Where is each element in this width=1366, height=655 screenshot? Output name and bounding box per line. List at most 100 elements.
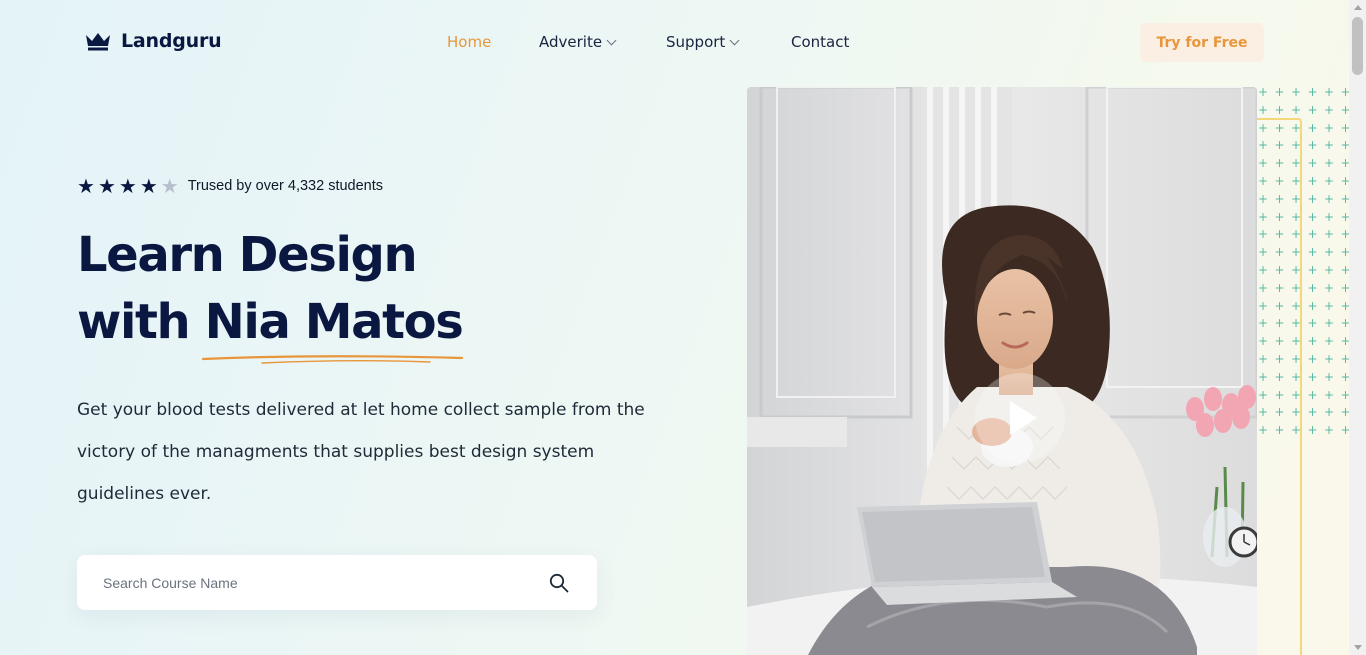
dot-grid-mark: + xyxy=(1258,280,1269,295)
rating-text: Trused by over 4,332 students xyxy=(187,178,384,194)
dot-grid-mark: + xyxy=(1274,85,1285,99)
dot-grid-mark: + xyxy=(1324,209,1335,224)
dot-grid-mark: + xyxy=(1274,120,1285,135)
dot-grid-mark: + xyxy=(1291,387,1302,402)
dot-grid-mark: + xyxy=(1291,280,1302,295)
search-input[interactable] xyxy=(103,574,547,591)
play-video-button[interactable] xyxy=(975,373,1065,463)
dot-grid-mark: + xyxy=(1258,156,1269,171)
nav-adverite-label: Adverite xyxy=(539,33,603,51)
course-search xyxy=(77,555,597,610)
chevron-down-icon xyxy=(606,35,617,45)
dot-grid-mark: + xyxy=(1258,174,1269,188)
dot-grid-mark: + xyxy=(1258,334,1269,349)
dot-grid-mark: + xyxy=(1258,120,1269,135)
headline-line-2: with Nia Matos xyxy=(77,294,464,350)
search-icon xyxy=(549,573,569,592)
nav-home-label: Home xyxy=(447,33,492,51)
dot-grid-mark: + xyxy=(1307,298,1318,313)
star-filled-icon: ★ xyxy=(97,174,116,198)
try-for-free-button[interactable]: Try for Free xyxy=(1140,23,1264,62)
dot-grid-mark: + xyxy=(1291,263,1302,277)
dot-grid-mark: + xyxy=(1324,334,1335,349)
dot-grid-mark: + xyxy=(1258,191,1269,206)
dot-grid-mark: + xyxy=(1324,280,1335,295)
dot-grid-mark: + xyxy=(1307,405,1318,420)
dot-grid-mark: + xyxy=(1307,280,1318,295)
dot-grid-mark: + xyxy=(1307,334,1318,349)
star-rating: ★ ★ ★ ★ ★ xyxy=(77,176,179,196)
dot-grid-mark: + xyxy=(1324,174,1335,188)
dot-grid-mark: + xyxy=(1324,352,1335,366)
brand-logo[interactable]: Landguru xyxy=(85,30,222,52)
dot-grid-mark: + xyxy=(1307,85,1318,99)
decorative-dot-grid: + + + + + + + + + + + + + + + + + + + + + + + + + + + + + + + + + + + + + + + +… xyxy=(1258,86,1353,436)
dot-grid-mark: + xyxy=(1291,369,1302,384)
dot-grid-mark: + xyxy=(1324,85,1335,99)
dot-grid-mark: + xyxy=(1307,387,1318,402)
dot-grid-mark: + xyxy=(1274,263,1285,277)
dot-grid-mark: + xyxy=(1324,298,1335,313)
dot-grid-mark: + xyxy=(1291,120,1302,135)
search-button[interactable] xyxy=(547,571,571,595)
dot-grid-mark: + xyxy=(1291,298,1302,313)
dot-grid-mark: + xyxy=(1274,316,1285,331)
dot-grid-mark: + xyxy=(1258,138,1269,153)
nav-home[interactable]: Home xyxy=(447,33,491,51)
dot-grid-mark: + xyxy=(1274,369,1285,384)
dot-grid-mark: + xyxy=(1258,423,1269,438)
description-line-3: guidelines ever. xyxy=(77,484,212,504)
description-line-1: Get your blood tests delivered at let ho… xyxy=(77,400,645,420)
woman-with-laptop-image xyxy=(747,87,1257,655)
dot-grid-mark: + xyxy=(1258,387,1269,402)
nav-support-label: Support xyxy=(666,33,726,51)
dot-grid-mark: + xyxy=(1307,423,1318,438)
scrollbar-thumb[interactable] xyxy=(1352,17,1363,75)
dot-grid-mark: + xyxy=(1258,227,1269,242)
dot-grid-mark: + xyxy=(1291,191,1302,206)
dot-grid-mark: + xyxy=(1274,191,1285,206)
dot-grid-mark: + xyxy=(1307,156,1318,171)
dot-grid-mark: + xyxy=(1291,102,1302,117)
hero-headline: Learn Design with Nia Matos xyxy=(77,222,464,356)
dot-grid-mark: + xyxy=(1324,316,1335,331)
nav-adverite[interactable]: Adverite xyxy=(539,33,617,51)
dot-grid-mark: + xyxy=(1291,174,1302,188)
brush-underline xyxy=(201,355,464,364)
star-filled-icon: ★ xyxy=(118,174,137,198)
dot-grid-mark: + xyxy=(1324,405,1335,420)
dot-grid-mark: + xyxy=(1291,352,1302,366)
dot-grid-mark: + xyxy=(1274,138,1285,153)
dot-grid-mark: + xyxy=(1307,174,1318,188)
hero-description: Get your blood tests delivered at let ho… xyxy=(77,389,667,515)
dot-grid-mark: + xyxy=(1324,227,1335,242)
nav-support[interactable]: Support xyxy=(666,33,740,51)
dot-grid-mark: + xyxy=(1324,191,1335,206)
scroll-up-arrow-icon[interactable] xyxy=(1354,5,1362,10)
dot-grid-mark: + xyxy=(1324,263,1335,277)
dot-grid-mark: + xyxy=(1258,352,1269,366)
dot-grid-mark: + xyxy=(1291,423,1302,438)
dot-grid-mark: + xyxy=(1274,387,1285,402)
dot-grid-mark: + xyxy=(1291,316,1302,331)
dot-grid-mark: + xyxy=(1274,334,1285,349)
dot-grid-mark: + xyxy=(1324,102,1335,117)
dot-grid-mark: + xyxy=(1291,85,1302,99)
description-line-2: victory of the managments that supplies … xyxy=(77,442,595,462)
dot-grid-mark: + xyxy=(1291,334,1302,349)
nav-contact[interactable]: Contact xyxy=(791,33,849,51)
star-filled-icon: ★ xyxy=(77,174,95,198)
dot-grid-mark: + xyxy=(1274,352,1285,366)
dot-grid-mark: + xyxy=(1274,298,1285,313)
dot-grid-mark: + xyxy=(1274,227,1285,242)
dot-grid-mark: + xyxy=(1324,423,1335,438)
headline-line-1: Learn Design xyxy=(77,227,418,283)
dot-grid-mark: + xyxy=(1307,227,1318,242)
star-filled-icon: ★ xyxy=(139,174,158,198)
vertical-scrollbar[interactable] xyxy=(1349,0,1366,655)
dot-grid-mark: + xyxy=(1291,227,1302,242)
dot-grid-mark: + xyxy=(1307,352,1318,366)
hero-video-thumbnail[interactable] xyxy=(747,87,1257,655)
scroll-down-arrow-icon[interactable] xyxy=(1354,645,1362,650)
dot-grid-mark: + xyxy=(1307,191,1318,206)
